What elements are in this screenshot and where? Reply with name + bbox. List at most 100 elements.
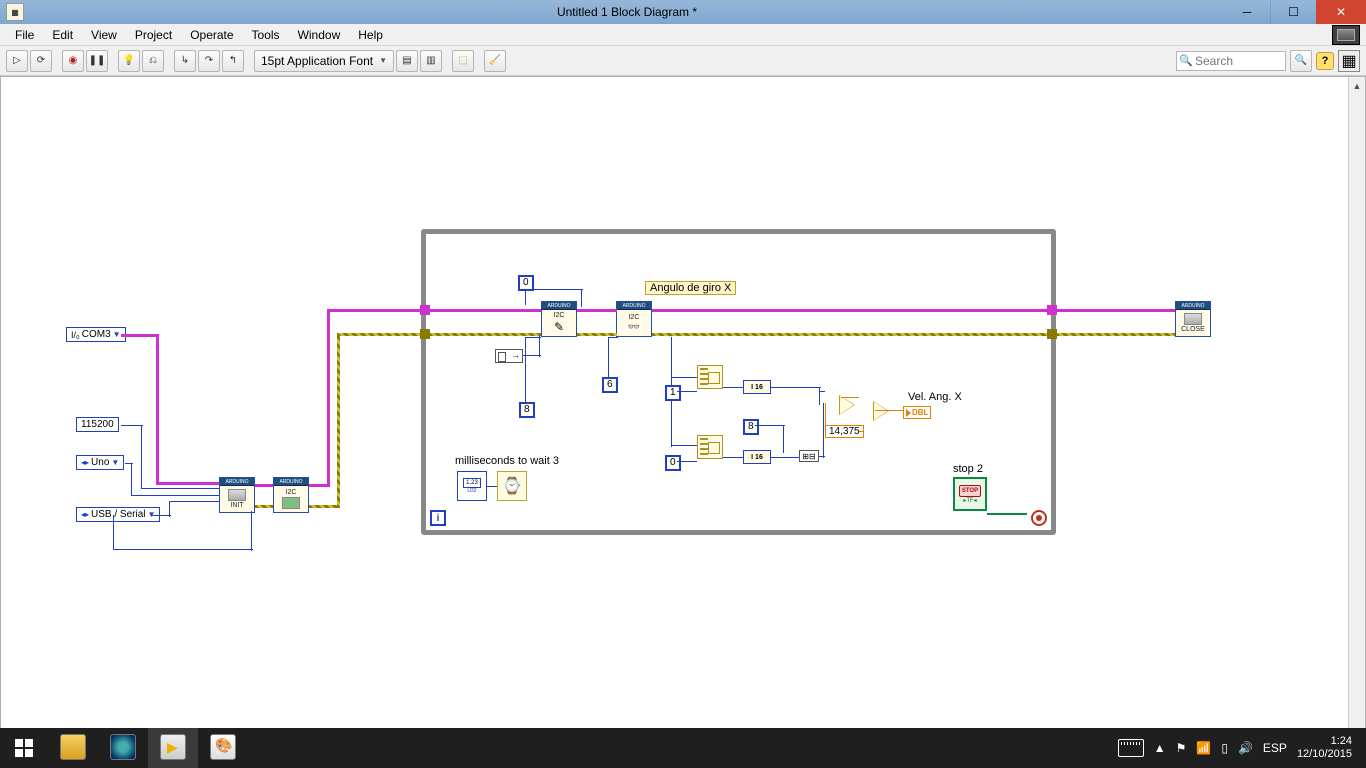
search-icon: 🔍 — [1179, 54, 1193, 67]
baud-rate-control[interactable]: 115200 — [76, 417, 119, 432]
font-label: 15pt Application Font — [261, 54, 373, 68]
maximize-button[interactable] — [1270, 0, 1316, 24]
taskbar: ▶ 🎨 ▲ ⚑ 📶 ▯ 🔊 ESP 1:24 12/10/2015 — [0, 728, 1366, 768]
vertical-scrollbar[interactable]: ▲ ▼ — [1348, 77, 1365, 745]
stop-label: stop 2 — [953, 463, 983, 475]
menu-project[interactable]: Project — [126, 26, 181, 44]
indicator-arrow-icon — [906, 409, 911, 417]
step-over-button[interactable]: ↷ — [198, 50, 220, 72]
menu-window[interactable]: Window — [289, 26, 350, 44]
menu-tools[interactable]: Tools — [243, 26, 289, 44]
connection-type-control[interactable]: USB / Serial▼ — [76, 507, 160, 522]
arduino-i2c-write-node[interactable]: ARDUINO I2C✎ — [541, 301, 577, 337]
tray-network-icon[interactable]: 📶 — [1196, 741, 1211, 755]
help-button[interactable]: ? — [1316, 52, 1334, 70]
step-into-button[interactable]: ↳ — [174, 50, 196, 72]
loop-condition-terminal[interactable] — [1031, 510, 1047, 526]
velx-label: Vel. Ang. X — [908, 391, 962, 403]
scroll-up-icon[interactable]: ▲ — [1349, 77, 1365, 94]
step-out-button[interactable]: ↰ — [222, 50, 244, 72]
arduino-banner: ARDUINO — [220, 478, 254, 486]
menu-operate[interactable]: Operate — [181, 26, 242, 44]
retain-values-button[interactable]: ⎌ — [142, 50, 164, 72]
menu-file[interactable]: File — [6, 26, 43, 44]
connection-value: USB / Serial — [91, 509, 145, 520]
board-type-control[interactable]: Uno▼ — [76, 455, 124, 470]
index-array-node-a[interactable] — [697, 365, 723, 389]
menu-view[interactable]: View — [82, 26, 126, 44]
wait-label: milliseconds to wait 3 — [455, 455, 559, 467]
loop-iteration-terminal[interactable]: i — [430, 510, 446, 526]
tray-battery-icon[interactable]: ▯ — [1221, 741, 1228, 755]
build-array-node[interactable] — [495, 349, 523, 363]
join-numbers-node[interactable]: ⊞⊟ — [799, 450, 819, 462]
tray-up-icon[interactable]: ▲ — [1154, 741, 1166, 755]
system-tray: ▲ ⚑ 📶 ▯ 🔊 ESP 1:24 12/10/2015 — [1110, 735, 1366, 761]
tray-flag-icon[interactable]: ⚑ — [1176, 741, 1187, 755]
const-6[interactable]: 6 — [602, 377, 618, 393]
menu-bar: File Edit View Project Operate Tools Win… — [0, 24, 1366, 46]
dropdown-icon: ▼ — [379, 56, 387, 65]
resource-wire — [121, 334, 158, 337]
context-icon[interactable]: ▦ — [1338, 50, 1360, 72]
tray-date: 12/10/2015 — [1297, 748, 1352, 761]
arduino-i2c-read-node[interactable]: ARDUINO I2C👓 — [616, 301, 652, 337]
distribute-button[interactable]: ▥ — [420, 50, 442, 72]
const-8b[interactable]: 8 — [743, 419, 759, 435]
run-button[interactable]: ▷ — [6, 50, 28, 72]
toolbar: ▷ ⟳ ◉ ❚❚ 💡 ⎌ ↳ ↷ ↰ 15pt Application Font… — [0, 46, 1366, 76]
highlight-exec-button[interactable]: 💡 — [118, 50, 140, 72]
window-title: Untitled 1 Block Diagram * — [30, 5, 1224, 19]
pause-button[interactable]: ❚❚ — [86, 50, 108, 72]
block-diagram-canvas[interactable]: I/₀COM3▼ 115200 Uno▼ USB / Serial▼ ARDUI… — [0, 76, 1366, 746]
const-scale[interactable]: 14,375 — [825, 425, 864, 438]
start-button[interactable] — [0, 728, 48, 768]
stop-control[interactable]: STOP ▸TF◂ — [953, 477, 987, 511]
angle-label: Angulo de giro X — [645, 281, 736, 295]
minimize-button[interactable] — [1224, 0, 1270, 24]
taskbar-paint[interactable]: 🎨 — [198, 728, 248, 768]
font-picker[interactable]: 15pt Application Font ▼ — [254, 50, 394, 72]
tray-language[interactable]: ESP — [1263, 741, 1287, 755]
gain-node[interactable]: ▷ — [873, 401, 889, 421]
window-buttons — [1224, 0, 1366, 24]
const-8a[interactable]: 8 — [519, 402, 535, 418]
velx-indicator[interactable]: DBL — [903, 406, 931, 419]
search-box: 🔍 — [1176, 51, 1286, 71]
windows-logo-icon — [15, 739, 33, 757]
com-port-value: COM3 — [82, 329, 111, 340]
baud-rate-value: 115200 — [81, 419, 114, 430]
to-i16-node-b[interactable]: I 16 — [743, 450, 771, 464]
board-value: Uno — [91, 457, 109, 468]
close-button[interactable] — [1316, 0, 1366, 24]
const-idx-0[interactable]: 0 — [665, 455, 681, 471]
menu-edit[interactable]: Edit — [43, 26, 82, 44]
arduino-close-node[interactable]: ARDUINO CLOSE — [1175, 301, 1211, 337]
vi-icon[interactable] — [1332, 25, 1360, 45]
taskbar-browser[interactable] — [98, 728, 148, 768]
abort-button[interactable]: ◉ — [62, 50, 84, 72]
search-go-button[interactable]: 🔍 — [1290, 50, 1312, 72]
reorder-button[interactable]: ⬚ — [452, 50, 474, 72]
visa-resource-control[interactable]: I/₀COM3▼ — [66, 327, 126, 342]
cleanup-button[interactable]: 🧹 — [484, 50, 506, 72]
arduino-init-node[interactable]: ARDUINO INIT — [219, 477, 255, 513]
menu-help[interactable]: Help — [349, 26, 392, 44]
tray-clock[interactable]: 1:24 12/10/2015 — [1297, 735, 1358, 761]
app-icon: ▦ — [6, 3, 24, 21]
to-i16-node-a[interactable]: I 16 — [743, 380, 771, 394]
const-idx-1[interactable]: 1 — [665, 385, 681, 401]
taskbar-labview[interactable]: ▶ — [148, 728, 198, 768]
wait-ms-control[interactable]: 1.23 U32 — [457, 471, 487, 501]
align-button[interactable]: ▤ — [396, 50, 418, 72]
wait-ms-node[interactable]: ⌚ — [497, 471, 527, 501]
arduino-i2c-open-node[interactable]: ARDUINO I2C — [273, 477, 309, 513]
tray-time: 1:24 — [1297, 735, 1352, 748]
touch-keyboard-icon[interactable] — [1118, 739, 1144, 757]
window-titlebar: ▦ Untitled 1 Block Diagram * — [0, 0, 1366, 24]
run-continuous-button[interactable]: ⟳ — [30, 50, 52, 72]
taskbar-explorer[interactable] — [48, 728, 98, 768]
divide-node[interactable]: ÷ — [839, 395, 855, 415]
tray-volume-icon[interactable]: 🔊 — [1238, 741, 1253, 755]
index-array-node-b[interactable] — [697, 435, 723, 459]
